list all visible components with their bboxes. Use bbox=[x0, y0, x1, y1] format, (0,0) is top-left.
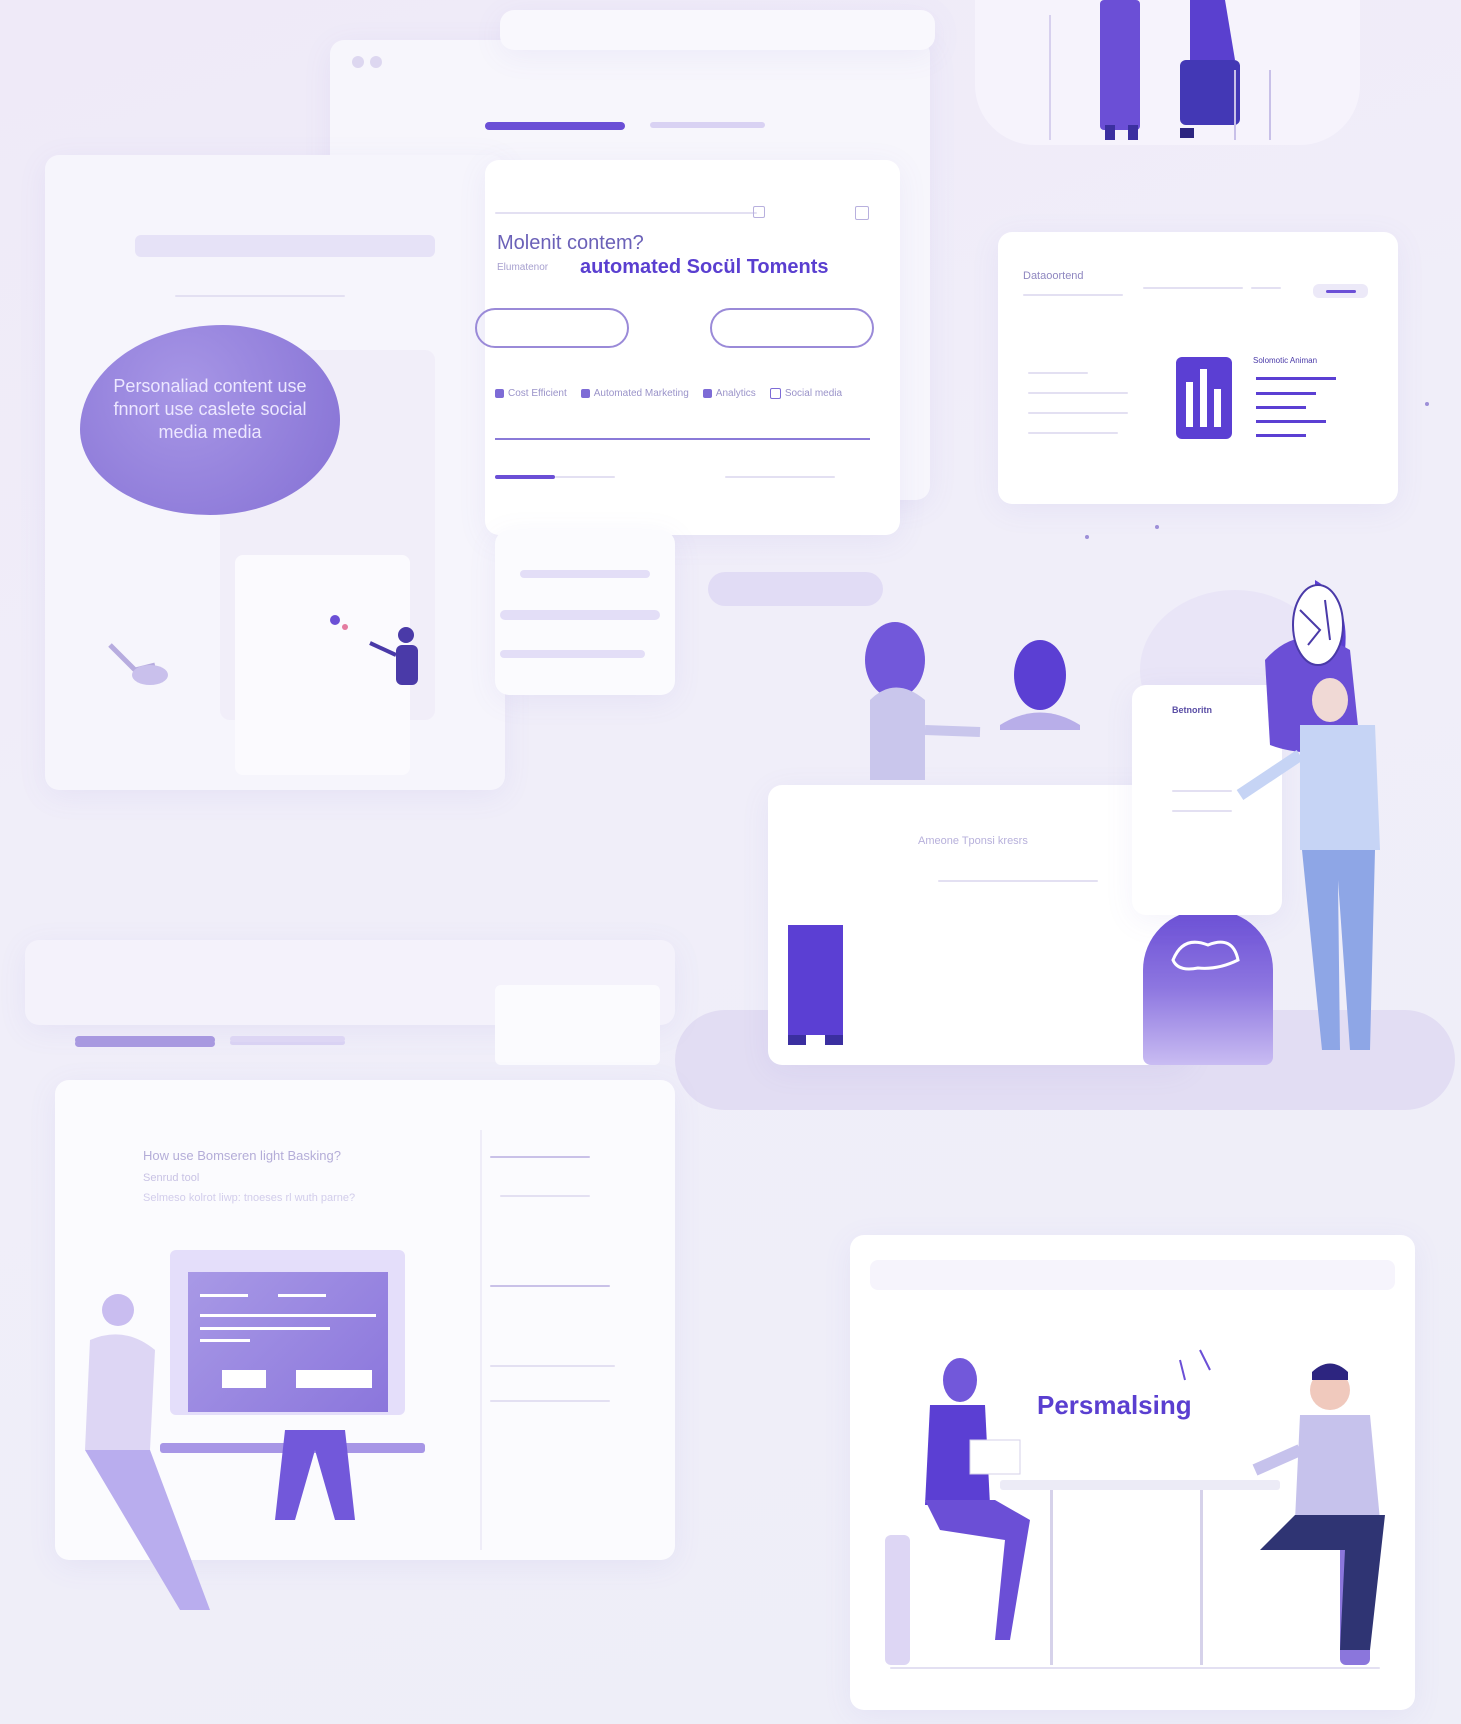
text-placeholder bbox=[520, 570, 650, 578]
window-dot-icon bbox=[352, 56, 364, 68]
slider-track[interactable] bbox=[725, 476, 835, 478]
text-line bbox=[1023, 294, 1123, 296]
option-item[interactable]: Automated Marketing bbox=[580, 388, 689, 399]
panel-question: How use Bomseren light Basking? bbox=[143, 1148, 341, 1163]
sparkle-dot bbox=[1155, 525, 1159, 529]
slider-track[interactable] bbox=[555, 476, 615, 478]
legend-line bbox=[1256, 392, 1316, 395]
chart-bar bbox=[1214, 389, 1221, 427]
column-divider bbox=[480, 1130, 482, 1550]
legend-line bbox=[1256, 406, 1306, 409]
seated-people-illustration bbox=[1049, 0, 1271, 140]
url-bar bbox=[495, 212, 757, 214]
text-line bbox=[175, 295, 345, 297]
text-line bbox=[1251, 287, 1281, 289]
text-line bbox=[490, 1365, 615, 1367]
hero-form-panel: Molenit contem? Elumatenor automated Soc… bbox=[475, 160, 900, 535]
secondary-panel bbox=[495, 530, 675, 695]
bubble-text: Personaliad content use fnnort use casle… bbox=[113, 376, 307, 442]
divider bbox=[495, 438, 870, 440]
progress-bar-active bbox=[485, 122, 625, 130]
progress-bar-inactive bbox=[650, 122, 765, 128]
card-header-strip bbox=[870, 1260, 1395, 1290]
option-label: Analytics bbox=[715, 388, 756, 399]
chart-label: Solomotic Animan bbox=[1253, 356, 1318, 365]
presenter-figure bbox=[330, 615, 418, 685]
sparkle-dot bbox=[1085, 535, 1089, 539]
page: { "colors": { "accent": "#6b4fd6", "acce… bbox=[0, 0, 1461, 1724]
option-row: Cost Efficient Automated Marketing Analy… bbox=[495, 388, 842, 399]
text-line bbox=[1028, 412, 1128, 414]
sparkle-dot bbox=[1425, 402, 1429, 406]
hand-icon bbox=[108, 643, 168, 685]
window-dot-icon bbox=[370, 56, 382, 68]
checkbox-icon bbox=[580, 389, 590, 398]
legend-line bbox=[1256, 434, 1306, 437]
option-label: Social media bbox=[784, 388, 843, 399]
option-label: Automated Marketing bbox=[593, 388, 689, 399]
option-item[interactable]: Cost Efficient bbox=[495, 388, 567, 399]
input-pill-right[interactable] bbox=[710, 308, 874, 348]
text-line bbox=[500, 1195, 590, 1197]
slider-fill[interactable] bbox=[495, 475, 555, 479]
hero-question: Molenit contem? bbox=[497, 232, 644, 254]
article-title-placeholder bbox=[135, 235, 435, 257]
chart-bar bbox=[1186, 382, 1193, 427]
text-line bbox=[490, 1156, 590, 1158]
menu-icon[interactable] bbox=[855, 206, 869, 220]
meeting-people-illustration bbox=[865, 580, 1380, 1050]
legend-line bbox=[1256, 420, 1326, 423]
text-placeholder bbox=[500, 650, 645, 658]
expand-icon[interactable] bbox=[753, 206, 765, 218]
dashboard-card: Dataoortend Solomotic Animan bbox=[998, 232, 1398, 504]
progress-bar-inactive bbox=[230, 1036, 345, 1042]
hero-subtitle: automated Socül Toments bbox=[580, 256, 829, 278]
text-line bbox=[1143, 287, 1243, 289]
legend-line bbox=[1256, 377, 1336, 380]
chart-icon bbox=[1176, 357, 1232, 439]
browser-tab-back bbox=[500, 10, 935, 50]
text-line bbox=[1028, 372, 1088, 374]
text-line bbox=[1028, 392, 1128, 394]
text-line bbox=[490, 1400, 610, 1402]
hero-subtitle-prefix: Elumatenor bbox=[497, 262, 549, 273]
panel-sub1: Senrud tool bbox=[143, 1172, 200, 1184]
text-line bbox=[490, 1285, 610, 1287]
checkbox-icon bbox=[769, 388, 781, 399]
text-line bbox=[1028, 432, 1118, 434]
checkbox-icon bbox=[495, 389, 504, 398]
text-placeholder bbox=[500, 610, 660, 620]
bottom-side-box bbox=[495, 985, 660, 1065]
chart-bar bbox=[1200, 369, 1207, 427]
input-pill-left[interactable] bbox=[475, 308, 629, 348]
checkbox-icon bbox=[702, 389, 712, 398]
dashboard-title: Dataoortend bbox=[1023, 270, 1084, 282]
option-label: Cost Efficient bbox=[508, 388, 567, 399]
button-mark bbox=[1326, 290, 1356, 293]
option-item[interactable]: Analytics bbox=[702, 388, 756, 399]
option-item[interactable]: Social media bbox=[769, 388, 843, 399]
progress-bar-active bbox=[75, 1036, 215, 1044]
table-people-illustration bbox=[925, 1349, 1385, 1650]
worker-illustration bbox=[85, 1294, 355, 1610]
panel-sub2: Selmeso kolrot liwp: tnoeses rl wuth par… bbox=[143, 1192, 356, 1204]
